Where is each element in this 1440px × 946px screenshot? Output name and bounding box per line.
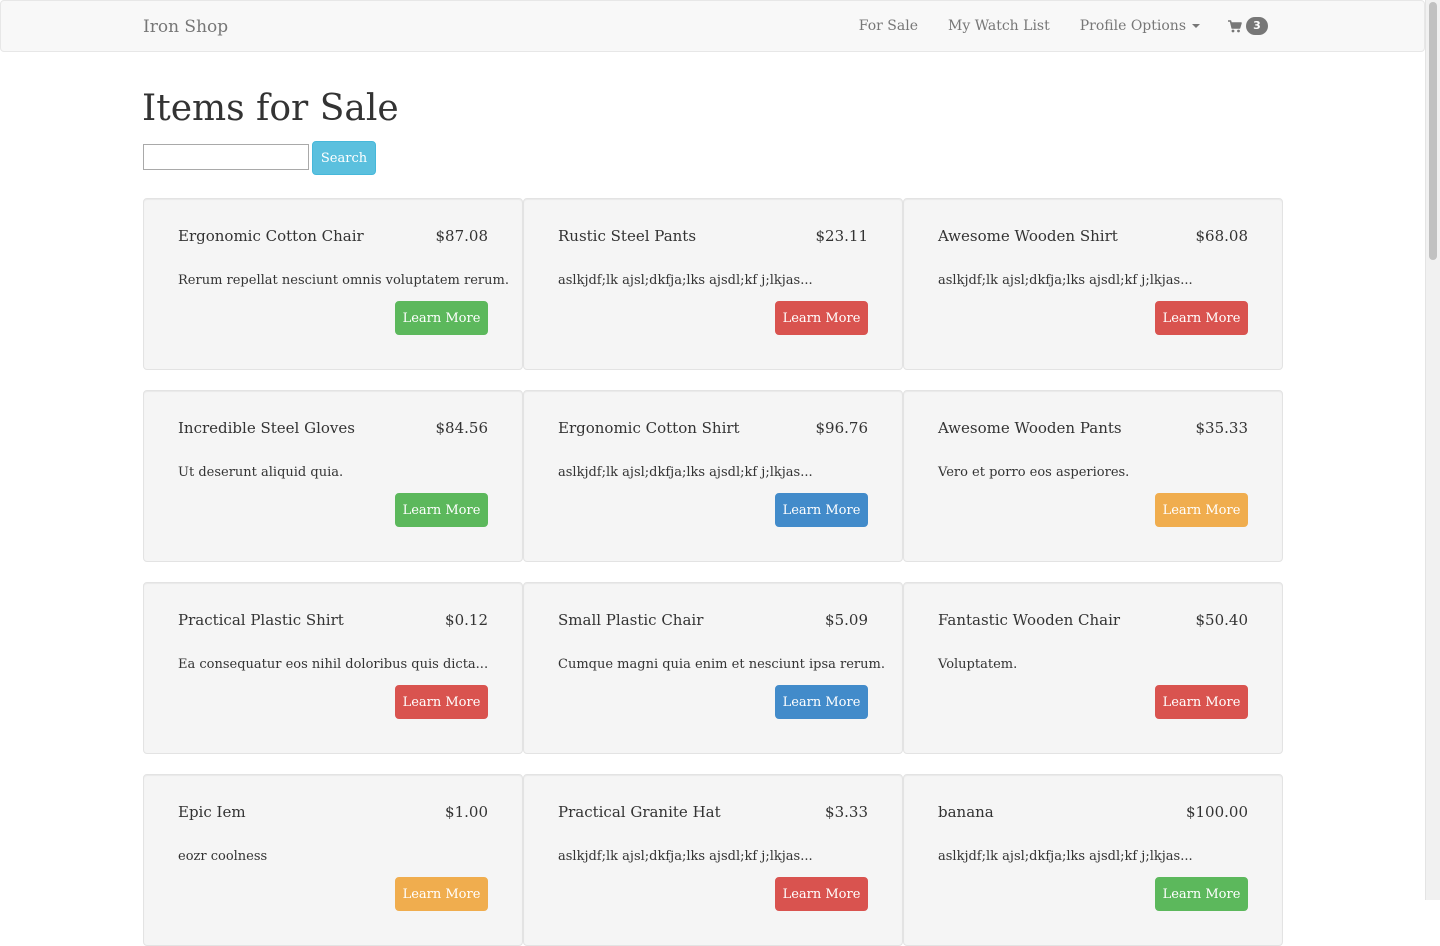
item-description: aslkjdf;lk ajsl;dkfja;lks ajsdl;kf j;lkj…	[938, 849, 1193, 864]
item-price: $23.11	[815, 227, 869, 245]
learn-more-button[interactable]: Learn More	[775, 301, 868, 335]
item-name: Awesome Wooden Shirt	[938, 227, 1118, 245]
learn-more-button[interactable]: Learn More	[1155, 493, 1248, 527]
item-name: Epic Iem	[178, 803, 246, 821]
learn-more-button[interactable]: Learn More	[395, 685, 488, 719]
learn-more-button[interactable]: Learn More	[1155, 301, 1248, 335]
learn-more-button[interactable]: Learn More	[1155, 685, 1248, 719]
profile-options-dropdown[interactable]: Profile Options	[1080, 18, 1200, 34]
item-card: banana $100.00 aslkjdf;lk ajsl;dkfja;lks a…	[903, 774, 1283, 946]
item-name: Awesome Wooden Pants	[938, 419, 1122, 437]
item-name: banana	[938, 803, 994, 821]
navbar: Iron Shop For Sale My Watch List Profile…	[0, 0, 1425, 52]
item-price: $96.76	[815, 419, 869, 437]
cart-link[interactable]: 3	[1228, 17, 1268, 35]
item-price: $68.08	[1195, 227, 1249, 245]
item-price: $1.00	[445, 803, 488, 821]
items-grid: Ergonomic Cotton Chair $87.08 Rerum repell…	[143, 198, 1283, 946]
cart-count-badge: 3	[1246, 17, 1268, 35]
item-name: Fantastic Wooden Chair	[938, 611, 1121, 629]
item-card: Practical Granite Hat $3.33 aslkjdf;lk ajs…	[523, 774, 903, 946]
learn-more-button[interactable]: Learn More	[775, 493, 868, 527]
search-button[interactable]: Search	[312, 141, 376, 175]
item-card: Awesome Wooden Pants $35.33 Vero et porro …	[903, 390, 1283, 562]
brand-link[interactable]: Iron Shop	[143, 17, 228, 37]
learn-more-button[interactable]: Learn More	[1155, 877, 1248, 911]
caret-down-icon	[1192, 24, 1200, 28]
item-card: Awesome Wooden Shirt $68.08 aslkjdf;lk ajs…	[903, 198, 1283, 370]
item-price: $100.00	[1185, 803, 1248, 821]
item-price: $0.12	[445, 611, 488, 629]
item-name: Rustic Steel Pants	[558, 227, 697, 245]
item-description: aslkjdf;lk ajsl;dkfja;lks ajsdl;kf j;lkj…	[938, 273, 1193, 288]
search-input[interactable]	[143, 144, 309, 170]
item-description: Ut deserunt aliquid quia.	[178, 465, 344, 480]
item-description: aslkjdf;lk ajsl;dkfja;lks ajsdl;kf j;lkj…	[558, 273, 813, 288]
item-price: $5.09	[825, 611, 868, 629]
shopping-cart-icon	[1228, 19, 1242, 32]
item-description: Rerum repellat nesciunt omnis voluptatem…	[178, 273, 509, 288]
item-description: Cumque magni quia enim et nesciunt ipsa …	[558, 657, 885, 672]
item-card: Incredible Steel Gloves $84.56 Ut deserunt…	[143, 390, 523, 562]
item-price: $35.33	[1195, 419, 1249, 437]
item-name: Ergonomic Cotton Shirt	[558, 419, 740, 437]
item-description: eozr coolness	[178, 849, 268, 864]
learn-more-button[interactable]: Learn More	[775, 877, 868, 911]
profile-options-label: Profile Options	[1079, 18, 1186, 34]
item-description: aslkjdf;lk ajsl;dkfja;lks ajsdl;kf j;lkj…	[558, 849, 813, 864]
item-card: Ergonomic Cotton Chair $87.08 Rerum repell…	[143, 198, 523, 370]
item-name: Small Plastic Chair	[558, 611, 704, 629]
item-description: Ea consequatur eos nihil doloribus quis …	[178, 657, 489, 672]
page-title: Items for Sale	[142, 88, 399, 129]
learn-more-button[interactable]: Learn More	[775, 685, 868, 719]
item-price: $50.40	[1195, 611, 1249, 629]
item-price: $3.33	[825, 803, 868, 821]
nav-links: For Sale My Watch List Profile Options 3	[829, 1, 1268, 51]
item-name: Practical Granite Hat	[558, 803, 721, 821]
item-name: Ergonomic Cotton Chair	[178, 227, 364, 245]
item-card: Small Plastic Chair $5.09 Cumque magni qui…	[523, 582, 903, 754]
nav-link-for-sale[interactable]: For Sale	[859, 18, 918, 34]
learn-more-button[interactable]: Learn More	[395, 877, 488, 911]
learn-more-button[interactable]: Learn More	[395, 301, 488, 335]
item-name: Practical Plastic Shirt	[178, 611, 344, 629]
scrollbar-thumb[interactable]	[1429, 2, 1437, 260]
item-price: $87.08	[435, 227, 489, 245]
item-card: Practical Plastic Shirt $0.12 Ea consequat…	[143, 582, 523, 754]
item-description: aslkjdf;lk ajsl;dkfja;lks ajsdl;kf j;lkj…	[558, 465, 813, 480]
nav-link-watch-list[interactable]: My Watch List	[948, 18, 1050, 34]
item-card: Fantastic Wooden Chair $50.40 Voluptatem. L…	[903, 582, 1283, 754]
item-card: Ergonomic Cotton Shirt $96.76 aslkjdf;lk a…	[523, 390, 903, 562]
item-description: Voluptatem.	[938, 657, 1018, 672]
item-card: Epic Iem $1.00 eozr coolness Learn More	[143, 774, 523, 946]
item-price: $84.56	[435, 419, 489, 437]
item-description: Vero et porro eos asperiores.	[938, 465, 1130, 480]
item-name: Incredible Steel Gloves	[178, 419, 355, 437]
item-card: Rustic Steel Pants $23.11 aslkjdf;lk ajsl;…	[523, 198, 903, 370]
learn-more-button[interactable]: Learn More	[395, 493, 488, 527]
page-scrollbar[interactable]	[1425, 0, 1440, 900]
